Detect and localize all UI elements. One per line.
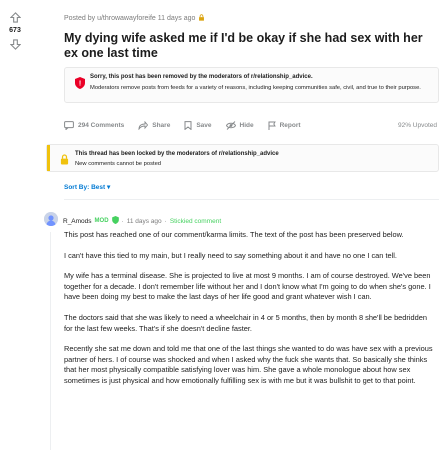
bookmark-icon xyxy=(184,120,192,130)
post-meta-text: Posted by u/throwawayforeife 11 days ago xyxy=(64,15,196,22)
thread-line[interactable] xyxy=(50,232,51,450)
svg-text:!: ! xyxy=(79,81,81,88)
shield-icon: ! xyxy=(75,76,85,89)
locked-accent-bar xyxy=(47,145,50,171)
hide-label: Hide xyxy=(239,121,254,129)
comment-paragraph: I can't have this tied to my main, but I… xyxy=(64,250,397,260)
upvote-icon[interactable] xyxy=(8,10,22,24)
separator-dot: · xyxy=(164,217,167,225)
comment-age: 11 days ago xyxy=(126,217,162,225)
avatar[interactable] xyxy=(44,212,58,226)
report-button[interactable]: Report xyxy=(268,121,301,130)
mod-badge: MOD xyxy=(94,218,109,224)
comment-paragraph: My wife has a terminal disease. She is p… xyxy=(64,271,431,302)
lock-icon xyxy=(198,14,205,23)
flag-icon xyxy=(268,121,276,130)
share-button[interactable]: Share xyxy=(138,120,171,130)
mod-shield-icon xyxy=(111,216,119,226)
removed-body: Moderators remove posts from feeds for a… xyxy=(90,85,421,91)
save-button[interactable]: Save xyxy=(184,120,212,130)
share-label: Share xyxy=(152,121,171,129)
locked-title: This thread has been locked by the moder… xyxy=(75,151,279,157)
lock-icon xyxy=(60,152,69,170)
comment-paragraph: Recently she sat me down and told me tha… xyxy=(64,344,433,385)
stickied-label: Stickied comment xyxy=(169,217,222,225)
chevron-down-icon: ▾ xyxy=(107,184,111,191)
sort-dropdown[interactable]: Sort By: Best ▾ xyxy=(64,183,110,191)
post-header: Posted by u/throwawayforeife 11 days ago… xyxy=(64,14,439,61)
comments-button[interactable]: 294 Comments xyxy=(64,120,125,130)
divider xyxy=(64,199,439,200)
post-title[interactable]: My dying wife asked me if I'd be okay if… xyxy=(64,31,439,61)
comment-icon xyxy=(64,120,74,130)
eye-slash-icon xyxy=(225,120,236,130)
share-icon xyxy=(138,120,149,130)
removed-title: Sorry, this post has been removed by the… xyxy=(90,74,313,80)
locked-subtitle: New comments cannot be posted xyxy=(75,161,162,167)
separator-dot: · xyxy=(121,217,124,225)
upvoted-ratio: 92% Upvoted xyxy=(397,121,437,129)
post-actions: 294 Comments Share Save Hide Report 92% … xyxy=(64,118,439,132)
report-label: Report xyxy=(279,121,301,129)
comment-body: This post has reached one of our comment… xyxy=(64,230,434,397)
sort-label: Sort By: Best xyxy=(64,184,106,191)
locked-notice: This thread has been locked by the moder… xyxy=(46,144,439,172)
comment-header: R_Amods MOD · 11 days ago · Stickied com… xyxy=(63,216,221,226)
comment-author[interactable]: R_Amods xyxy=(63,218,92,225)
save-label: Save xyxy=(196,121,212,129)
post-meta: Posted by u/throwawayforeife 11 days ago xyxy=(64,14,439,23)
vote-score: 673 xyxy=(9,27,21,34)
comment-paragraph: This post has reached one of our comment… xyxy=(64,230,404,239)
removed-notice: ! Sorry, this post has been removed by t… xyxy=(64,67,439,103)
comments-label: 294 Comments xyxy=(78,121,125,129)
comment-paragraph: The doctors said that she was likely to … xyxy=(64,312,427,333)
hide-button[interactable]: Hide xyxy=(225,120,254,130)
vote-column: 673 xyxy=(0,0,30,60)
downvote-icon[interactable] xyxy=(8,37,22,51)
